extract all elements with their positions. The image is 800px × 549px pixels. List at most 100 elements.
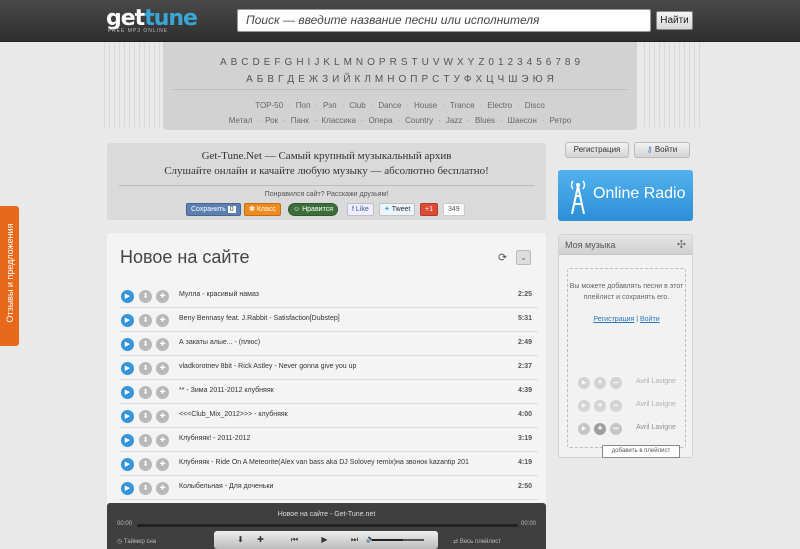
letter-link[interactable]: Ц: [486, 74, 493, 85]
play-icon[interactable]: ▶: [121, 314, 134, 327]
track-title[interactable]: Beny Bennasy feat. J.Rabbit - Satisfacti…: [179, 315, 340, 322]
letter-link[interactable]: 6: [546, 57, 552, 68]
progress-bar[interactable]: [137, 524, 518, 527]
letter-link[interactable]: B: [231, 57, 238, 68]
letter-link[interactable]: Я: [547, 74, 554, 85]
add-icon[interactable]: ✚: [156, 314, 169, 327]
login-link[interactable]: Войти: [640, 316, 660, 323]
genre-link[interactable]: Country: [405, 116, 433, 125]
letter-link[interactable]: T: [412, 57, 418, 68]
letter-link[interactable]: G: [285, 57, 293, 68]
letter-link[interactable]: П: [410, 74, 417, 85]
letter-link[interactable]: A: [220, 57, 227, 68]
search-button[interactable]: Найти: [656, 11, 693, 30]
letter-link[interactable]: 7: [555, 57, 561, 68]
play-icon[interactable]: ▶: [121, 458, 134, 471]
letter-link[interactable]: O: [367, 57, 375, 68]
letter-link[interactable]: 2: [508, 57, 514, 68]
add-icon[interactable]: ✚: [594, 423, 606, 435]
letter-link[interactable]: Б: [257, 74, 264, 85]
download-icon[interactable]: ⬇: [139, 314, 152, 327]
add-icon[interactable]: ✚: [156, 410, 169, 423]
save-share-button[interactable]: Сохранить 0: [186, 203, 241, 216]
letter-link[interactable]: M: [344, 57, 352, 68]
letter-link[interactable]: 9: [574, 57, 580, 68]
genre-link[interactable]: Рок: [265, 116, 278, 125]
genre-link[interactable]: Blues: [475, 116, 495, 125]
genre-link[interactable]: Disco: [525, 101, 545, 110]
letter-link[interactable]: W: [444, 57, 453, 68]
genre-link[interactable]: Jazz: [446, 116, 462, 125]
genre-link[interactable]: Electro: [487, 101, 512, 110]
genre-link[interactable]: House: [414, 101, 437, 110]
add-icon[interactable]: ✚: [156, 386, 169, 399]
genre-link[interactable]: Ретро: [549, 116, 571, 125]
genre-link[interactable]: Метал: [229, 116, 253, 125]
play-icon[interactable]: ▶: [121, 290, 134, 303]
play-icon[interactable]: ▶: [121, 482, 134, 495]
track-title[interactable]: Клубняяк! - 2011-2012: [179, 435, 250, 442]
next-icon[interactable]: ⏭: [346, 534, 363, 546]
letter-link[interactable]: S: [401, 57, 408, 68]
letter-link[interactable]: I: [308, 57, 311, 68]
genre-link[interactable]: Опера: [369, 116, 393, 125]
add-icon[interactable]: ✚: [156, 434, 169, 447]
play-icon[interactable]: ▶: [121, 338, 134, 351]
genre-link[interactable]: Club: [349, 101, 365, 110]
add-icon[interactable]: ✚: [156, 362, 169, 375]
letter-link[interactable]: Т: [443, 74, 449, 85]
download-icon[interactable]: ⬇: [139, 362, 152, 375]
letter-link[interactable]: J: [314, 57, 319, 68]
letter-link[interactable]: У: [453, 74, 459, 85]
like-button[interactable]: ☺ Нравится: [288, 203, 338, 216]
letter-link[interactable]: L: [334, 57, 340, 68]
letter-link[interactable]: Ф: [464, 74, 472, 85]
refresh-icon[interactable]: ⟳: [498, 252, 510, 264]
letter-link[interactable]: R: [390, 57, 397, 68]
gplus-button[interactable]: +1: [420, 203, 438, 216]
download-icon[interactable]: ⬇: [139, 386, 152, 399]
letter-link[interactable]: 5: [536, 57, 542, 68]
download-icon[interactable]: ⬇: [139, 338, 152, 351]
letter-link[interactable]: Г: [278, 74, 283, 85]
letter-link[interactable]: 0: [488, 57, 494, 68]
letter-link[interactable]: F: [274, 57, 280, 68]
letter-link[interactable]: Е: [298, 74, 305, 85]
genre-link[interactable]: Панк: [291, 116, 309, 125]
add-icon[interactable]: ✚: [156, 458, 169, 471]
letter-link[interactable]: Э: [521, 74, 528, 85]
chevron-down-icon[interactable]: ⌄: [516, 250, 531, 265]
genre-link[interactable]: Шансон: [508, 116, 537, 125]
genre-link[interactable]: Поп: [296, 101, 311, 110]
track-title[interactable]: ** - Зима 2011-2012 клубняяк: [179, 387, 274, 394]
online-radio-banner[interactable]: Online Radio: [558, 170, 693, 221]
move-icon[interactable]: ✣: [677, 238, 686, 251]
track-title[interactable]: Мулла - красивый намаз: [179, 291, 259, 298]
download-icon[interactable]: ⬇: [139, 290, 152, 303]
letter-link[interactable]: V: [433, 57, 440, 68]
letter-link[interactable]: В: [267, 74, 274, 85]
download-icon[interactable]: ⬇: [139, 458, 152, 471]
track-title[interactable]: vladkorotnev 8bit - Rick Astley - Never …: [179, 363, 356, 370]
track-title[interactable]: Колыбельная - Для доченьки: [179, 483, 273, 490]
add-icon[interactable]: ✚: [156, 338, 169, 351]
letter-link[interactable]: Д: [287, 74, 294, 85]
letter-link[interactable]: E: [264, 57, 271, 68]
track-title[interactable]: А закаты алые... - (плюс): [179, 339, 260, 346]
play-icon[interactable]: ▶: [121, 362, 134, 375]
letter-link[interactable]: Л: [364, 74, 371, 85]
download-icon[interactable]: ⬇: [232, 534, 249, 546]
track-title[interactable]: Клубняяк - Ride On A Meteorite(Alex van …: [179, 459, 469, 466]
prev-icon[interactable]: ⏮: [286, 534, 303, 546]
tweet-button[interactable]: ✦ Tweet: [379, 203, 416, 216]
letter-link[interactable]: Й: [343, 74, 350, 85]
letter-link[interactable]: X: [457, 57, 464, 68]
play-icon[interactable]: ▶: [121, 434, 134, 447]
letter-link[interactable]: K: [323, 57, 330, 68]
letter-link[interactable]: Н: [387, 74, 394, 85]
login-button[interactable]: ⚷ Войти: [634, 142, 690, 158]
play-icon[interactable]: ▶: [121, 386, 134, 399]
genre-link[interactable]: Рэп: [323, 101, 337, 110]
letter-link[interactable]: U: [422, 57, 429, 68]
letter-link[interactable]: 1: [498, 57, 504, 68]
